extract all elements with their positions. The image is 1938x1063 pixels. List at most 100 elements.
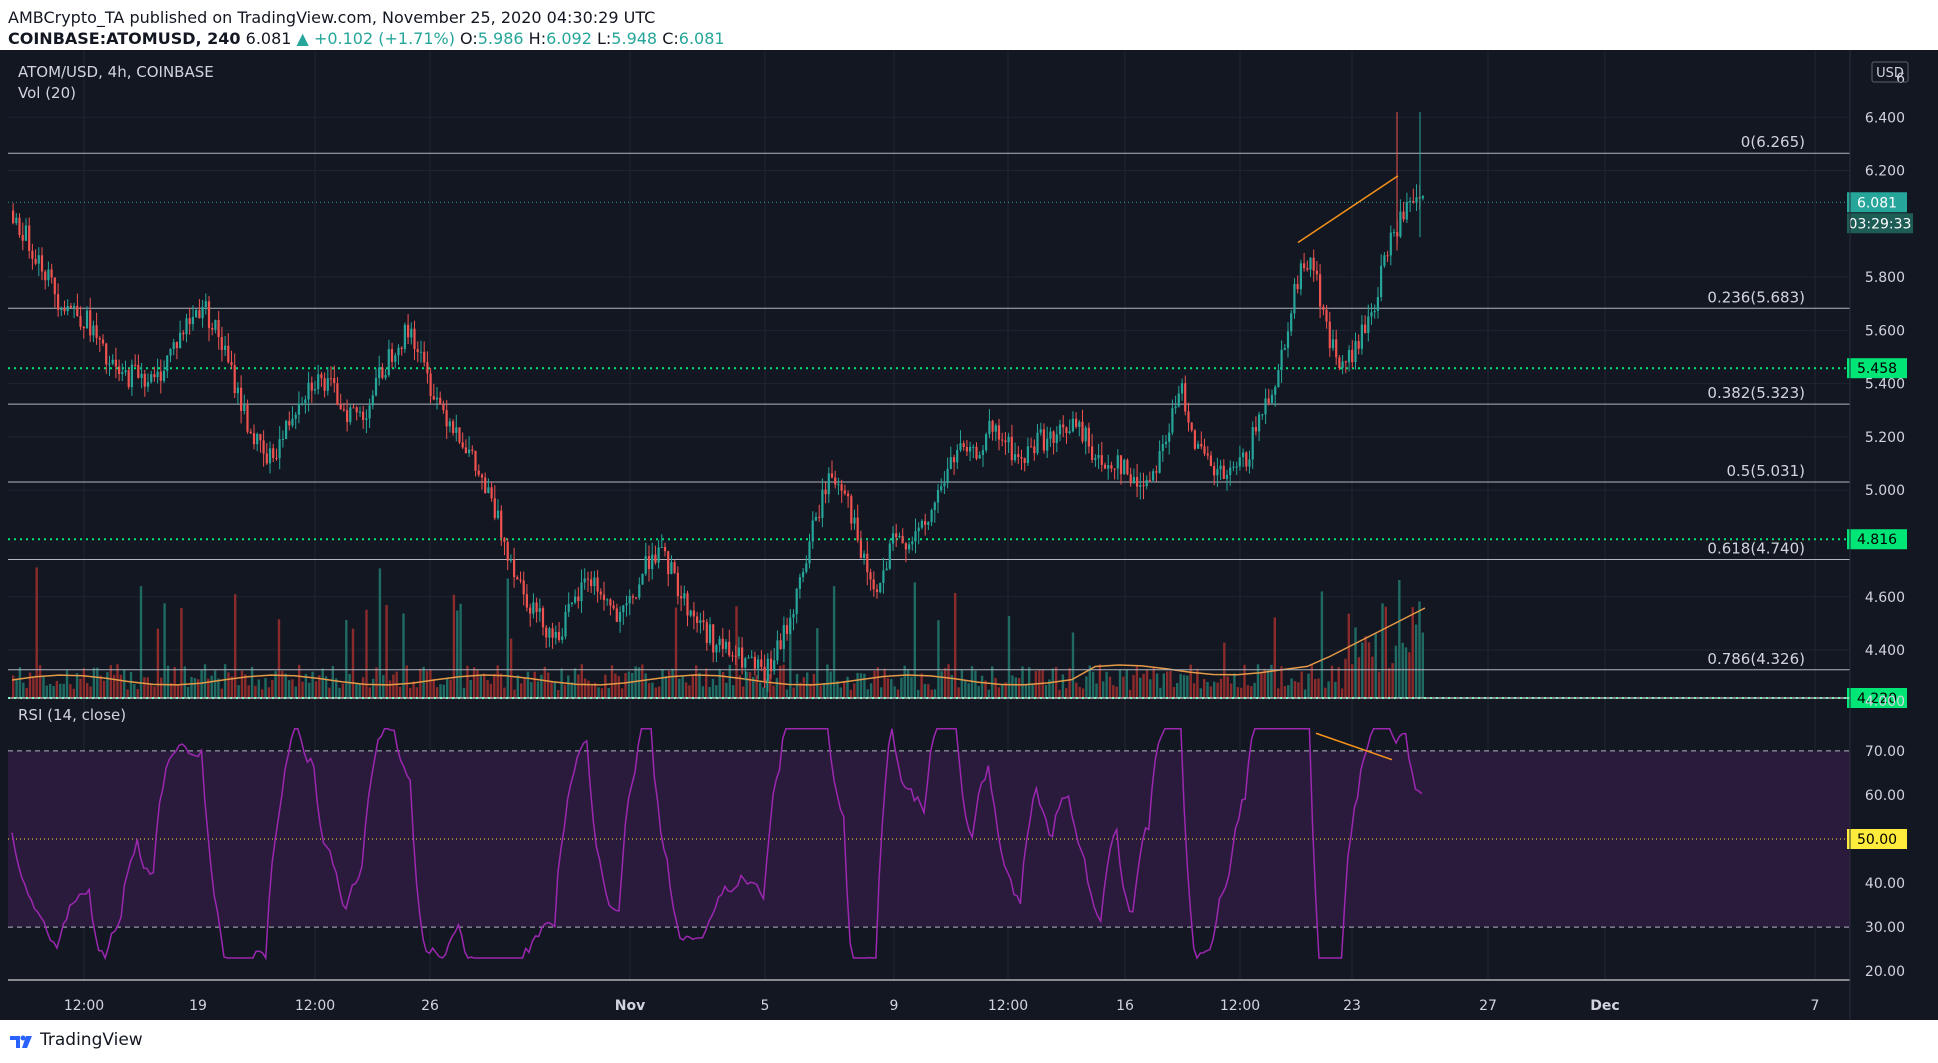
volume-bar	[577, 674, 580, 698]
candle-body	[978, 455, 981, 459]
chart-canvas[interactable]: 0(6.265) 0.236(5.683) 0.382(5.323) 0.5(5.03…	[0, 50, 1938, 1020]
candle-body	[217, 320, 220, 337]
volume-bar	[1287, 685, 1290, 698]
volume-bar	[385, 605, 388, 698]
volume-bar	[1320, 591, 1324, 698]
volume-bar	[227, 672, 230, 698]
volume-bar	[382, 675, 385, 698]
volume-bar	[1186, 675, 1189, 698]
volume-bar	[1398, 580, 1401, 698]
candle-body	[1373, 310, 1376, 313]
volume-bar	[792, 687, 795, 698]
volume-bar	[853, 683, 856, 698]
volume-bar	[119, 674, 123, 698]
rsi-tick-label: 60.00	[1865, 788, 1905, 804]
candle-body	[326, 378, 329, 391]
volume-bar	[1364, 636, 1367, 698]
candle-body	[37, 255, 40, 264]
candle-body	[946, 468, 949, 484]
volume-bar	[1334, 681, 1337, 698]
volume-bar	[469, 680, 472, 698]
low-value: 5.948	[611, 29, 658, 48]
volume-bar	[843, 680, 846, 698]
candle-body	[352, 407, 355, 409]
candle-body	[577, 596, 580, 602]
volume-bar	[149, 684, 153, 698]
candle-body	[118, 366, 121, 374]
candle-body	[885, 568, 888, 571]
candle-body	[114, 359, 117, 367]
candle-body	[651, 554, 654, 569]
candle-body	[480, 474, 484, 478]
volume-bar	[190, 677, 193, 698]
candle-body	[1020, 457, 1023, 459]
volume-bar	[620, 688, 624, 698]
tradingview-brand[interactable]: TradingView	[40, 1030, 143, 1050]
volume-bar	[139, 586, 143, 698]
volume-bar	[1085, 676, 1088, 698]
volume-bar	[153, 686, 156, 698]
volume-bar	[503, 687, 506, 698]
candle-body	[236, 387, 239, 394]
volume-bar	[980, 675, 984, 698]
volume-bar	[631, 672, 634, 698]
volume-bar	[358, 684, 361, 698]
candle-body	[680, 596, 683, 599]
volume-bar	[247, 685, 250, 698]
candle-body	[1017, 454, 1020, 457]
candle-body	[824, 489, 827, 495]
candle-body	[323, 378, 326, 391]
volume-bar	[1401, 642, 1404, 698]
candle-body	[805, 563, 808, 572]
volume-bar	[1297, 682, 1300, 698]
candle-body	[111, 359, 114, 364]
candle-body	[866, 553, 869, 573]
candle-body	[654, 554, 657, 563]
volume-bar	[701, 686, 705, 698]
volume-bar	[126, 689, 129, 698]
candle-body	[734, 655, 737, 657]
volume-bar	[183, 666, 186, 698]
volume-bar	[617, 676, 620, 698]
candle-body	[789, 617, 792, 634]
volume-bar	[398, 686, 402, 698]
change-value: ▲ +0.102 (+1.71%)	[296, 29, 455, 48]
candle-body	[1357, 341, 1360, 349]
candle-body	[220, 337, 223, 350]
candle-body	[519, 579, 522, 581]
candle-body	[1296, 283, 1299, 290]
candle-body	[721, 638, 724, 649]
candle-body	[933, 502, 936, 510]
ohlc-line: COINBASE:ATOMUSD, 240 6.081 ▲ +0.102 (+1…	[8, 29, 725, 48]
volume-bar	[742, 686, 745, 698]
candle-body	[1341, 361, 1344, 369]
candle-body	[917, 527, 920, 532]
volume-bar	[1166, 671, 1169, 698]
candle-body	[265, 453, 268, 464]
candle-body	[262, 440, 265, 454]
candle-body	[863, 553, 866, 558]
volume-bar	[967, 683, 970, 698]
volume-bar	[1179, 674, 1182, 698]
candle-body	[346, 410, 349, 422]
candle-body	[535, 602, 538, 612]
candle-body	[1203, 446, 1206, 454]
candle-body	[285, 420, 288, 440]
candle-body	[837, 484, 840, 486]
candle-body	[606, 599, 609, 601]
candle-body	[1344, 361, 1347, 363]
price-tick-label: 4.000	[1865, 694, 1905, 710]
volume-bar	[1125, 669, 1128, 698]
volume-bar	[651, 682, 654, 698]
volume-bar	[557, 690, 560, 698]
volume-bar	[533, 671, 536, 698]
candle-body	[1075, 418, 1078, 427]
volume-bar	[136, 689, 139, 698]
candle-body	[291, 418, 294, 426]
volume-bar	[331, 666, 334, 698]
volume-bar	[607, 688, 610, 698]
volume-bar	[873, 670, 876, 698]
candle-body	[574, 596, 577, 603]
volume-bar	[301, 681, 304, 698]
volume-bar	[755, 675, 758, 698]
